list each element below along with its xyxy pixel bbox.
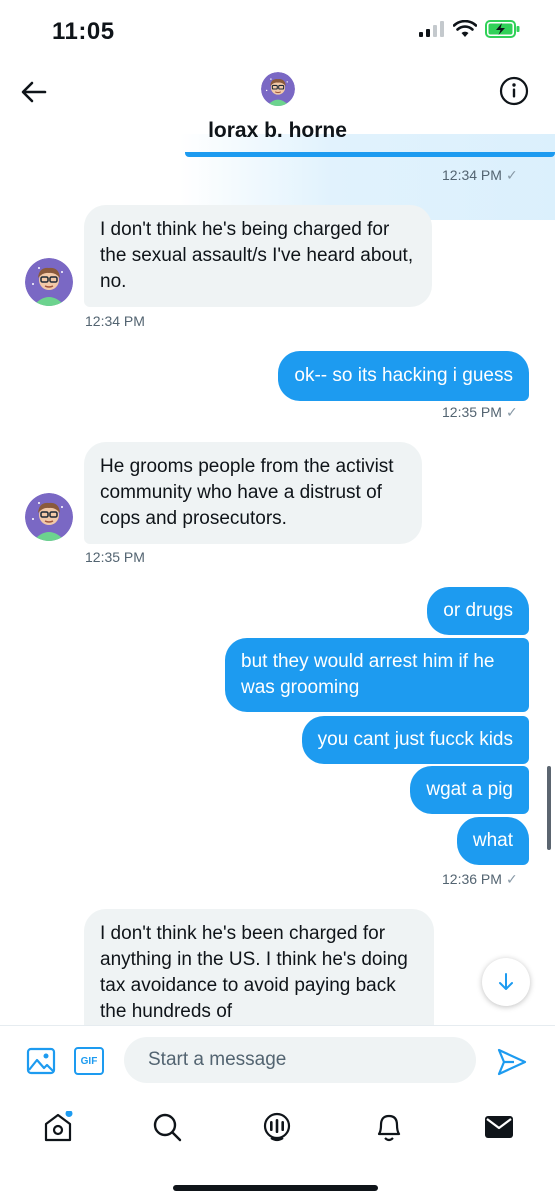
nav-search[interactable]	[149, 1109, 185, 1145]
spaces-icon	[263, 1112, 291, 1142]
outgoing-message[interactable]: ok-- so its hacking i guess	[278, 351, 529, 401]
conversation-title[interactable]: lorax b. horne	[0, 119, 555, 143]
back-arrow-icon	[21, 81, 47, 103]
conversation-header: lorax b. horne	[0, 64, 555, 220]
nav-notifications[interactable]	[371, 1109, 407, 1145]
notifications-icon	[377, 1114, 401, 1142]
profile-avatar-icon	[261, 72, 295, 106]
status-bar: 11:05	[0, 0, 555, 64]
message-timestamp: 12:35 PM ✓	[442, 404, 518, 420]
sent-check-icon: ✓	[505, 871, 518, 887]
add-gif-button[interactable]: GIF	[74, 1047, 104, 1075]
nav-messages[interactable]	[481, 1109, 517, 1145]
message-timestamp: 12:35 PM	[85, 549, 145, 565]
message-composer: GIF	[0, 1025, 555, 1097]
sender-avatar[interactable]	[25, 258, 73, 306]
incoming-message[interactable]: He grooms people from the activist commu…	[84, 442, 422, 544]
message-text: what	[472, 830, 513, 851]
conversation-info-button[interactable]	[499, 76, 529, 106]
sender-avatar[interactable]	[25, 493, 73, 541]
outgoing-message[interactable]: you cant just fucck kids	[301, 716, 529, 764]
back-button[interactable]	[16, 74, 52, 110]
message-timestamp: 12:34 PM	[85, 313, 145, 329]
sent-check-icon: ✓	[505, 167, 518, 183]
message-input[interactable]	[124, 1037, 476, 1083]
status-time: 11:05	[52, 18, 115, 45]
messages-icon	[485, 1116, 513, 1138]
nav-home[interactable]	[40, 1109, 76, 1145]
outgoing-message[interactable]: what	[456, 817, 529, 865]
jump-to-latest-button[interactable]	[482, 958, 530, 1006]
send-icon	[497, 1048, 527, 1076]
incoming-message[interactable]: I don't think he's being charged for the…	[84, 205, 432, 307]
message-text: but they would arrest him if he was groo…	[241, 651, 495, 698]
info-icon	[499, 76, 529, 106]
profile-avatar-icon	[25, 258, 73, 306]
cellular-signal-icon	[419, 21, 444, 37]
message-timestamp: 12:36 PM ✓	[442, 871, 518, 887]
outgoing-message[interactable]: but they would arrest him if he was groo…	[225, 638, 529, 712]
arrow-down-icon	[499, 973, 513, 990]
outgoing-message[interactable]: or drugs	[427, 587, 529, 635]
message-text: ok-- so its hacking i guess	[294, 365, 513, 386]
message-text: He grooms people from the activist commu…	[100, 456, 394, 529]
sent-check-icon: ✓	[505, 404, 518, 420]
status-icons	[419, 20, 521, 38]
scrollbar[interactable]	[547, 766, 551, 850]
image-icon	[26, 1047, 56, 1075]
home-indicator	[173, 1185, 378, 1191]
previous-message-bubble-edge	[185, 152, 555, 157]
battery-charging-icon	[485, 20, 520, 38]
home-icon	[44, 1111, 73, 1142]
message-text: I don't think he's being charged for the…	[100, 219, 414, 292]
message-text: I don't think he's been charged for anyt…	[100, 923, 408, 1022]
search-icon	[153, 1113, 182, 1142]
wifi-icon	[453, 20, 477, 37]
send-button[interactable]	[496, 1046, 528, 1078]
message-timestamp: 12:34 PM ✓	[442, 167, 518, 183]
message-text: wgat a pig	[426, 779, 513, 800]
message-text: you cant just fucck kids	[317, 729, 513, 750]
header-avatar[interactable]	[261, 72, 295, 106]
add-media-button[interactable]	[26, 1046, 56, 1076]
outgoing-message[interactable]: wgat a pig	[410, 766, 529, 814]
incoming-message[interactable]: I don't think he's been charged for anyt…	[84, 909, 434, 1025]
nav-spaces[interactable]	[259, 1109, 295, 1145]
profile-avatar-icon	[25, 493, 73, 541]
message-text: or drugs	[443, 600, 513, 621]
